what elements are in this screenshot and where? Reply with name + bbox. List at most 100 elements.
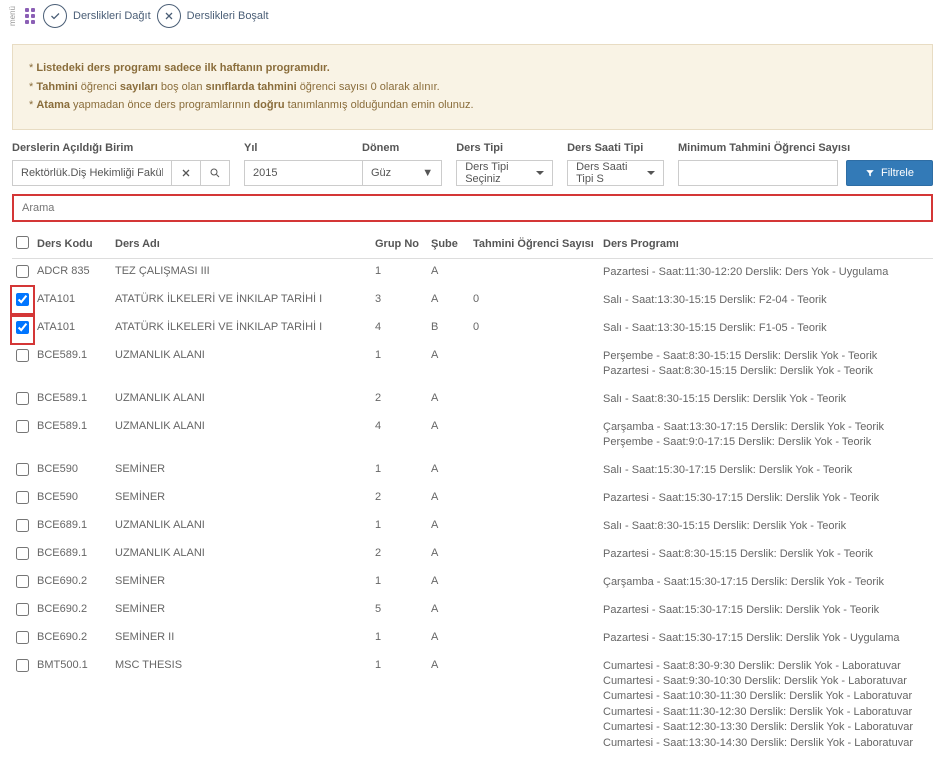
cell-code: BCE589.1 — [33, 414, 111, 457]
menu-vertical-label: menü — [8, 6, 17, 26]
distribute-button-label[interactable]: Derslikleri Dağıt — [73, 10, 151, 22]
cell-code: BCE690.2 — [33, 597, 111, 625]
donem-value: Güz — [371, 167, 391, 179]
cell-sube: B — [427, 315, 469, 343]
table-row: ATA101ATATÜRK İLKELERİ VE İNKILAP TARİHİ… — [12, 315, 933, 343]
cell-sube: A — [427, 653, 469, 757]
cell-grup: 3 — [371, 287, 427, 315]
cell-sube: A — [427, 569, 469, 597]
saattipi-value: Ders Saati Tipi S — [576, 161, 641, 185]
table-row: BCE690.2SEMİNER1AÇarşamba - Saat:15:30-1… — [12, 569, 933, 597]
cell-program: Pazartesi - Saat:11:30-12:20 Derslik: De… — [599, 259, 933, 288]
table-row: BCE589.1UZMANLIK ALANI2ASalı - Saat:8:30… — [12, 386, 933, 414]
cell-code: BCE690.2 — [33, 625, 111, 653]
cell-sube: A — [427, 259, 469, 288]
row-checkbox[interactable] — [16, 519, 29, 532]
min-input[interactable] — [678, 160, 838, 186]
row-checkbox[interactable] — [16, 491, 29, 504]
birim-input[interactable] — [12, 160, 172, 186]
search-input[interactable] — [12, 194, 933, 222]
cell-program: Perşembe - Saat:8:30-15:15 Derslik: Ders… — [599, 343, 933, 386]
birim-clear-button[interactable] — [172, 160, 201, 186]
cell-code: BCE590 — [33, 485, 111, 513]
table-row: BMT500.1MSC THESIS1ACumartesi - Saat:8:3… — [12, 653, 933, 757]
filter-row: Derslerin Açıldığı Birim Yıl Dönem Güz ▼… — [0, 142, 945, 194]
cell-tahmin — [469, 597, 599, 625]
cell-tahmin: 0 — [469, 315, 599, 343]
cell-program: Salı - Saat:13:30-15:15 Derslik: F2-04 -… — [599, 287, 933, 315]
row-checkbox[interactable] — [16, 349, 29, 362]
cell-code: BCE589.1 — [33, 386, 111, 414]
cell-name: ATATÜRK İLKELERİ VE İNKILAP TARİHİ I — [111, 287, 371, 315]
empty-button-label[interactable]: Derslikleri Boşalt — [187, 10, 269, 22]
menu-grid-icon[interactable] — [25, 8, 37, 24]
cell-grup: 4 — [371, 414, 427, 457]
cell-code: BCE690.2 — [33, 569, 111, 597]
select-all-checkbox[interactable] — [16, 236, 29, 249]
caret-down-icon — [536, 171, 544, 175]
saattipi-select[interactable]: Ders Saati Tipi S — [567, 160, 664, 186]
cell-name: SEMİNER — [111, 457, 371, 485]
cell-tahmin — [469, 653, 599, 757]
cell-grup: 2 — [371, 485, 427, 513]
cell-grup: 1 — [371, 569, 427, 597]
distribute-button-icon[interactable] — [43, 4, 67, 28]
donem-select[interactable]: Güz ▼ — [362, 160, 442, 186]
table-row: BCE589.1UZMANLIK ALANI4AÇarşamba - Saat:… — [12, 414, 933, 457]
cell-grup: 2 — [371, 386, 427, 414]
row-checkbox[interactable] — [16, 293, 29, 306]
header-code[interactable]: Ders Kodu — [33, 230, 111, 259]
row-checkbox[interactable] — [16, 603, 29, 616]
row-checkbox[interactable] — [16, 392, 29, 405]
cell-sube: A — [427, 541, 469, 569]
cell-sube: A — [427, 485, 469, 513]
cell-code: BCE589.1 — [33, 343, 111, 386]
cell-sube: A — [427, 597, 469, 625]
cell-program: Pazartesi - Saat:8:30-15:15 Derslik: Der… — [599, 541, 933, 569]
cell-grup: 1 — [371, 653, 427, 757]
cell-grup: 1 — [371, 513, 427, 541]
row-checkbox[interactable] — [16, 631, 29, 644]
close-icon — [180, 167, 192, 179]
cell-sube: A — [427, 386, 469, 414]
cell-sube: A — [427, 457, 469, 485]
cell-grup: 2 — [371, 541, 427, 569]
header-name[interactable]: Ders Adı — [111, 230, 371, 259]
birim-search-button[interactable] — [201, 160, 230, 186]
row-checkbox[interactable] — [16, 420, 29, 433]
header-tahmin[interactable]: Tahmini Öğrenci Sayısı — [469, 230, 599, 259]
cell-tahmin — [469, 485, 599, 513]
filter-button[interactable]: Filtrele — [846, 160, 933, 186]
derstipi-select[interactable]: Ders Tipi Seçiniz — [456, 160, 553, 186]
donem-label: Dönem — [362, 142, 442, 154]
cell-tahmin — [469, 625, 599, 653]
cell-program: Salı - Saat:8:30-15:15 Derslik: Derslik … — [599, 513, 933, 541]
filter-button-label: Filtrele — [881, 167, 914, 179]
header-sube[interactable]: Şube — [427, 230, 469, 259]
search-icon — [209, 167, 221, 179]
header-program[interactable]: Ders Programı — [599, 230, 933, 259]
cell-sube: A — [427, 414, 469, 457]
cell-grup: 1 — [371, 343, 427, 386]
cell-sube: A — [427, 513, 469, 541]
caret-down-icon — [647, 171, 655, 175]
row-checkbox[interactable] — [16, 463, 29, 476]
table-row: BCE690.2SEMİNER5APazartesi - Saat:15:30-… — [12, 597, 933, 625]
cell-tahmin — [469, 513, 599, 541]
top-bar: menü Derslikleri Dağıt Derslikleri Boşal… — [0, 0, 945, 32]
header-grup[interactable]: Grup No — [371, 230, 427, 259]
row-checkbox[interactable] — [16, 575, 29, 588]
table-row: BCE689.1UZMANLIK ALANI1ASalı - Saat:8:30… — [12, 513, 933, 541]
cell-name: SEMİNER II — [111, 625, 371, 653]
cell-tahmin — [469, 541, 599, 569]
row-checkbox[interactable] — [16, 547, 29, 560]
row-checkbox[interactable] — [16, 265, 29, 278]
cell-program: Çarşamba - Saat:13:30-17:15 Derslik: Der… — [599, 414, 933, 457]
cell-program: Pazartesi - Saat:15:30-17:15 Derslik: De… — [599, 485, 933, 513]
empty-button-icon[interactable] — [157, 4, 181, 28]
cell-program: Cumartesi - Saat:8:30-9:30 Derslik: Ders… — [599, 653, 933, 757]
cell-code: BCE590 — [33, 457, 111, 485]
cell-code: ADCR 835 — [33, 259, 111, 288]
row-checkbox[interactable] — [16, 321, 29, 334]
row-checkbox[interactable] — [16, 659, 29, 672]
